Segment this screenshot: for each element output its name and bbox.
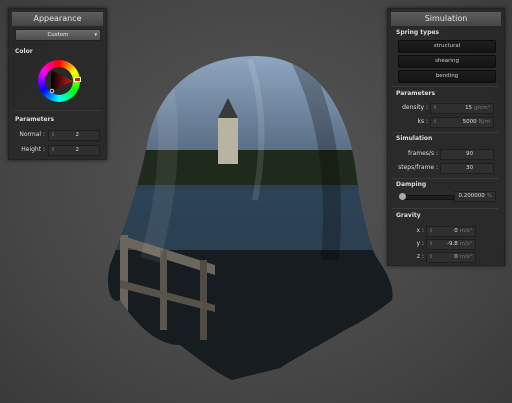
spinner-icon[interactable]: ⇕ (51, 146, 55, 155)
ks-input[interactable]: ⇕ 5000 N/m (430, 117, 494, 128)
damping-input[interactable]: 0.200000% (454, 191, 496, 202)
gravity-z-input[interactable]: ⇕ 0 m/s² (426, 252, 476, 263)
height-label: Height : (21, 146, 45, 153)
preset-dropdown-value: Custom (47, 32, 69, 38)
color-wheel[interactable] (38, 60, 81, 102)
spinner-icon[interactable]: ⇕ (433, 104, 437, 113)
spinner-icon[interactable]: ⇕ (51, 131, 55, 140)
simulation-panel-title[interactable]: Simulation (390, 11, 502, 27)
gravity-y-input[interactable]: ⇕ -9.8 m/s² (426, 239, 476, 250)
shearing-button[interactable]: shearing (398, 55, 496, 68)
sim-params-label: Parameters (396, 90, 436, 97)
color-section-label: Color (15, 48, 33, 55)
appearance-panel: Appearance Custom ▾ Color Parameters Nor… (8, 8, 107, 160)
density-input[interactable]: ⇕ 15 g/cm³ (430, 103, 494, 114)
gravity-y-label: y : (416, 240, 424, 247)
damping-label: Damping (396, 181, 427, 188)
spinner-icon[interactable]: ⇕ (429, 253, 433, 262)
gravity-label: Gravity (396, 212, 421, 219)
bending-button[interactable]: bending (398, 70, 496, 83)
structural-button[interactable]: structural (398, 40, 496, 53)
normal-input[interactable]: ⇕ 2 (48, 130, 100, 141)
simulation-panel: Simulation Spring types structural shear… (387, 8, 505, 266)
hue-handle[interactable] (74, 77, 81, 82)
ks-label: ks : (417, 118, 428, 125)
height-input[interactable]: ⇕ 2 (48, 145, 100, 156)
normal-label: Normal : (19, 131, 45, 138)
spinner-icon[interactable]: ⇕ (429, 240, 433, 249)
density-label: density : (402, 104, 428, 111)
spring-types-label: Spring types (396, 29, 440, 36)
spinner-icon[interactable]: ⇕ (429, 227, 433, 236)
damping-slider[interactable] (399, 193, 454, 200)
fps-input[interactable]: 90 (440, 149, 494, 160)
damping-slider-handle[interactable] (399, 193, 406, 200)
fps-label: frames/s : (408, 150, 438, 157)
steps-label: steps/frame : (398, 164, 438, 171)
simulation-section-label: Simulation (396, 135, 433, 142)
gravity-z-label: z : (416, 253, 424, 260)
appearance-params-label: Parameters (15, 116, 55, 123)
gravity-x-input[interactable]: ⇕ 0 m/s² (426, 226, 476, 237)
preset-dropdown[interactable]: Custom ▾ (15, 29, 101, 41)
chevron-down-icon: ▾ (94, 32, 97, 38)
steps-input[interactable]: 30 (440, 163, 494, 174)
appearance-panel-title[interactable]: Appearance (11, 11, 104, 27)
spinner-icon[interactable]: ⇕ (433, 118, 437, 127)
gravity-x-label: x : (416, 227, 424, 234)
